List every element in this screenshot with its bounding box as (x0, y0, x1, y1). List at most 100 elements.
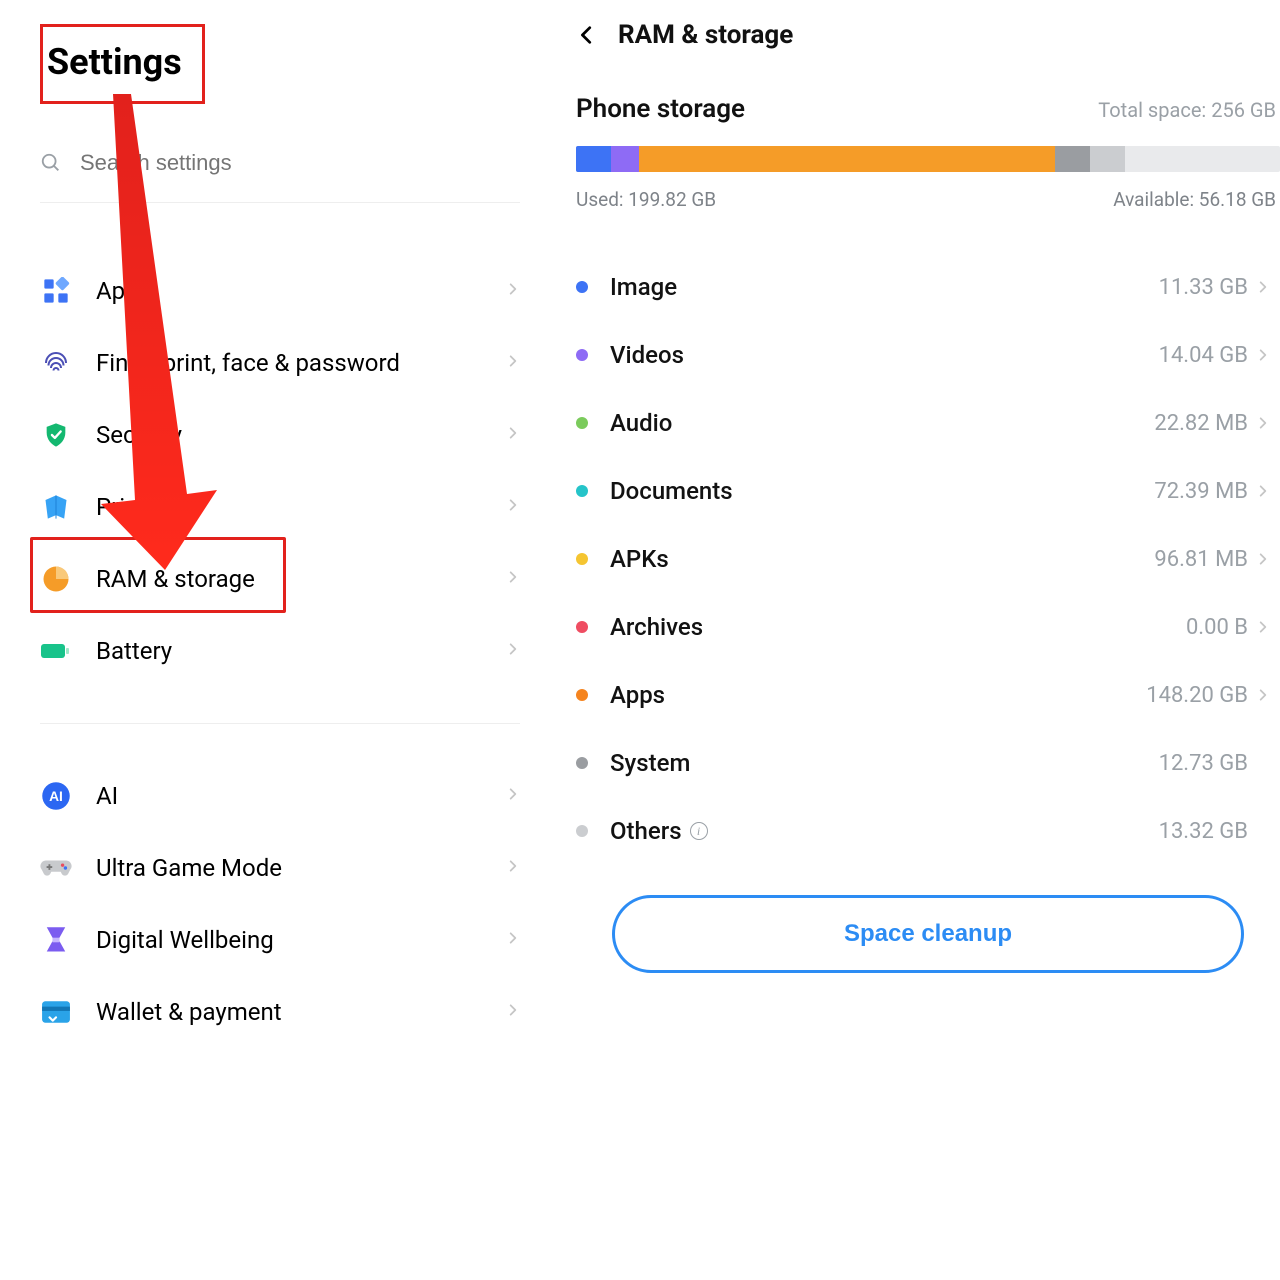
chevron-right-icon (506, 998, 520, 1026)
category-dot (576, 621, 588, 633)
space-cleanup-button[interactable]: Space cleanup (612, 895, 1244, 973)
category-name: Audio (610, 409, 1154, 437)
divider (40, 723, 520, 724)
search-input[interactable] (80, 150, 520, 176)
category-size: 96.81 MB (1154, 547, 1248, 572)
used-label: Used: 199.82 GB (576, 188, 716, 211)
highlight-settings-title: Settings (40, 24, 205, 104)
chevron-right-icon (506, 637, 520, 665)
category-size: 11.33 GB (1159, 275, 1248, 300)
header-title: RAM & storage (618, 20, 793, 50)
category-dot (576, 281, 588, 293)
chevron-right-icon (1256, 411, 1272, 435)
page-title: Settings (47, 41, 182, 83)
menu-item-label: Digital Wellbeing (96, 926, 274, 954)
menu-item-biometrics[interactable]: Fingerprint, face & password (40, 327, 520, 399)
battery-icon (40, 635, 72, 667)
category-name: Documents (610, 477, 1154, 505)
category-videos[interactable]: Videos14.04 GB (576, 321, 1280, 389)
menu-item-wallet-payment[interactable]: Wallet & payment (40, 976, 520, 1048)
menu-item-ultra-game-mode[interactable]: Ultra Game Mode (40, 832, 520, 904)
category-name: Image (610, 273, 1159, 301)
storage-bar (576, 146, 1280, 172)
chevron-right-icon (506, 421, 520, 449)
category-size: 12.73 GB (1159, 751, 1248, 776)
category-size: 72.39 MB (1154, 479, 1248, 504)
category-size: 22.82 MB (1154, 411, 1248, 436)
category-name: APKs (610, 545, 1154, 573)
menu-item-label: RAM & storage (96, 565, 255, 593)
chevron-right-icon (506, 349, 520, 377)
category-dot (576, 417, 588, 429)
menu-item-ai[interactable]: AI AI (40, 760, 520, 832)
category-dot (576, 689, 588, 701)
chevron-right-icon (1256, 479, 1272, 503)
category-archives[interactable]: Archives0.00 B (576, 593, 1280, 661)
chevron-right-icon (1256, 343, 1272, 367)
chevron-right-icon (506, 277, 520, 305)
storage-segment (611, 146, 639, 172)
category-dot (576, 349, 588, 361)
chevron-right-icon (506, 493, 520, 521)
category-size: 13.32 GB (1159, 819, 1248, 844)
menu-item-battery[interactable]: Battery (40, 615, 520, 687)
category-documents[interactable]: Documents72.39 MB (576, 457, 1280, 525)
menu-item-label: Security (96, 421, 182, 449)
ai-icon: AI (40, 780, 72, 812)
category-audio[interactable]: Audio22.82 MB (576, 389, 1280, 457)
chevron-right-icon (1256, 275, 1272, 299)
digital-wellbeing-icon (40, 924, 72, 956)
security-icon (40, 419, 72, 451)
category-dot (576, 485, 588, 497)
chevron-right-icon (1256, 615, 1272, 639)
search-row[interactable] (40, 144, 520, 182)
info-icon[interactable]: i (690, 822, 708, 840)
storage-segment (639, 146, 1054, 172)
menu-item-label: Wallet & payment (96, 998, 282, 1026)
privacy-icon (40, 491, 72, 523)
menu-item-label: Battery (96, 637, 172, 665)
storage-segment (1090, 146, 1125, 172)
menu-item-label: Privacy (96, 493, 174, 521)
category-apks[interactable]: APKs96.81 MB (576, 525, 1280, 593)
menu-item-digital-wellbeing[interactable]: Digital Wellbeing (40, 904, 520, 976)
total-space-label: Total space: 256 GB (1098, 98, 1276, 122)
search-icon (40, 152, 62, 174)
menu-item-label: Fingerprint, face & password (96, 349, 400, 377)
divider (40, 202, 520, 203)
menu-item-label: Apps (96, 277, 151, 305)
category-dot (576, 757, 588, 769)
chevron-right-icon (1256, 547, 1272, 571)
storage-segment (1055, 146, 1090, 172)
menu-item-label: AI (96, 782, 118, 810)
back-button[interactable] (576, 24, 598, 46)
ultra-game-mode-icon (40, 852, 72, 884)
ram-storage-icon (40, 563, 72, 595)
category-name: Videos (610, 341, 1159, 369)
chevron-right-icon (506, 926, 520, 954)
category-name: System (610, 749, 1159, 777)
category-apps[interactable]: Apps148.20 GB (576, 661, 1280, 729)
chevron-right-icon (506, 854, 520, 882)
chevron-right-icon (506, 782, 520, 810)
phone-storage-title: Phone storage (576, 94, 745, 124)
wallet-payment-icon (40, 996, 72, 1028)
category-name: Others i (610, 817, 1159, 845)
category-name: Archives (610, 613, 1186, 641)
category-name: Apps (610, 681, 1146, 709)
category-size: 0.00 B (1186, 615, 1248, 640)
category-size: 148.20 GB (1146, 683, 1248, 708)
apps-icon (40, 275, 72, 307)
svg-text:AI: AI (49, 789, 63, 804)
menu-item-apps[interactable]: Apps (40, 255, 520, 327)
category-image[interactable]: Image11.33 GB (576, 253, 1280, 321)
menu-item-label: Ultra Game Mode (96, 854, 282, 882)
category-dot (576, 825, 588, 837)
menu-item-ram-storage[interactable]: RAM & storage (40, 543, 520, 615)
biometrics-icon (40, 347, 72, 379)
menu-item-security[interactable]: Security (40, 399, 520, 471)
category-others: Others i13.32 GB (576, 797, 1280, 865)
chevron-right-icon (506, 565, 520, 593)
menu-item-privacy[interactable]: Privacy (40, 471, 520, 543)
category-size: 14.04 GB (1159, 343, 1248, 368)
